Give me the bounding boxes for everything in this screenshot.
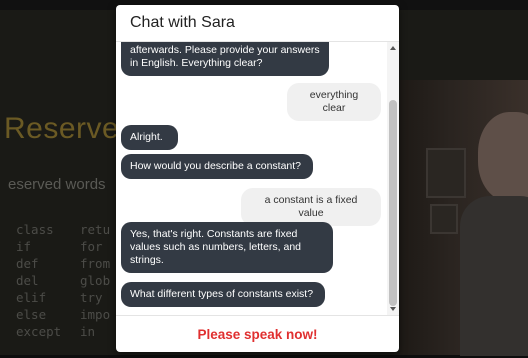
chat-messages-area[interactable]: afterwards. Please provide your answers … bbox=[116, 42, 399, 315]
presenter-head bbox=[478, 112, 528, 202]
scrollbar[interactable] bbox=[387, 42, 399, 315]
keyword: except bbox=[16, 324, 62, 339]
scroll-down-icon[interactable] bbox=[390, 307, 396, 311]
wall-picture bbox=[426, 148, 466, 198]
user-message: everything clear bbox=[287, 83, 381, 121]
chat-modal: Chat with Sara afterwards. Please provid… bbox=[116, 5, 399, 352]
bot-message: Yes, that's right. Constants are fixed v… bbox=[121, 222, 333, 273]
keyword: else bbox=[16, 307, 47, 322]
keyword: del bbox=[16, 273, 39, 288]
bot-message: What different types of constants exist? bbox=[121, 282, 325, 307]
keyword: elif bbox=[16, 290, 47, 305]
bot-message: How would you describe a constant? bbox=[121, 154, 313, 179]
wall-picture bbox=[430, 204, 458, 234]
scrollbar-thumb[interactable] bbox=[389, 100, 397, 306]
scroll-up-icon[interactable] bbox=[390, 46, 396, 50]
speak-now-status: Please speak now! bbox=[197, 327, 318, 342]
chat-header: Chat with Sara bbox=[116, 5, 399, 42]
user-message: a constant is a fixed value bbox=[241, 188, 381, 226]
keyword: class bbox=[16, 222, 54, 237]
keyword: if bbox=[16, 239, 32, 254]
bot-message: Alright. bbox=[121, 125, 178, 150]
presenter-body bbox=[460, 196, 528, 356]
slide-subtitle: eserved words bbox=[8, 176, 106, 193]
bot-message: afterwards. Please provide your answers … bbox=[121, 42, 329, 76]
chat-title: Chat with Sara bbox=[130, 14, 235, 31]
chat-footer: Please speak now! bbox=[116, 315, 399, 352]
keyword: def bbox=[16, 256, 39, 271]
